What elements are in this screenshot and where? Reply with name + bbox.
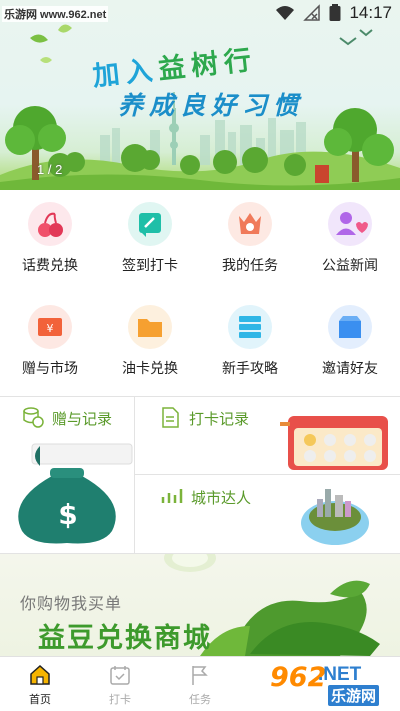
grid-label: 邀请好友: [322, 360, 378, 376]
gift-record-title: 赠与记录: [52, 411, 113, 428]
status-bar-right: 14:17: [275, 3, 392, 23]
box-icon: [328, 305, 372, 349]
gift-record-card[interactable]: 赠与记录 $: [0, 396, 134, 554]
grid-label: 签到打卡: [122, 257, 178, 273]
calendar-check-icon: [110, 666, 130, 685]
checkin-record-card[interactable]: 打卡记录: [135, 396, 400, 474]
money-bag-icon: $: [18, 443, 133, 544]
tab-checkin-label: 打卡: [109, 694, 131, 706]
calendar-illustration: [280, 416, 388, 470]
banner-carousel[interactable]: 加入益树行 养成良好习惯 1 / 2: [0, 0, 400, 190]
cherry-icon: [28, 202, 72, 246]
heart-user-icon: [328, 202, 372, 246]
grid-label: 赠与市场: [22, 360, 78, 376]
banner-page-indicator: 1 / 2: [37, 162, 63, 177]
tab-home-label: 首页: [29, 694, 51, 706]
battery-icon: [329, 4, 341, 21]
record-cards: 赠与记录 $ 打卡记录 城市达人: [0, 396, 400, 554]
grid-label: 新手攻略: [222, 360, 278, 376]
grid-label: 油卡兑换: [122, 360, 178, 376]
grid-item-phone-bill-exchange[interactable]: 话费兑换: [0, 190, 100, 290]
home-icon: [30, 664, 50, 685]
watermark-logo: 962 .NET 乐游网: [262, 662, 396, 706]
promo-title: 益豆兑换商城: [38, 623, 212, 653]
watermark-suffix: .NET: [318, 664, 362, 685]
server-icon: [228, 305, 272, 349]
edit-icon: [128, 202, 172, 246]
folder-icon: [128, 305, 172, 349]
grid-item-beginner-guide[interactable]: 新手攻略: [200, 293, 300, 393]
svg-text:¥: ¥: [47, 322, 54, 335]
status-time: 14:17: [349, 3, 392, 22]
grid-item-gift-market[interactable]: ¥ 赠与市场: [0, 293, 100, 393]
grid-label: 话费兑换: [22, 257, 78, 273]
svg-text:$: $: [58, 498, 77, 531]
tab-tasks[interactable]: 任务: [160, 657, 240, 711]
coins-icon: [23, 407, 44, 428]
grid-label: 我的任务: [222, 257, 278, 273]
flag-icon: [192, 666, 208, 685]
signal-icon: [303, 4, 321, 21]
wifi-icon: [276, 6, 295, 20]
feature-grid: 话费兑换 签到打卡 我的任务 公益新闻 ¥ 赠与市场 油卡兑换 新手攻略 邀请好…: [0, 190, 400, 396]
globe-city-illustration: [301, 489, 369, 545]
promo-subtitle: 你购物我买单: [20, 596, 123, 613]
crown-icon: [228, 202, 272, 246]
tab-home[interactable]: 首页: [0, 657, 80, 711]
grid-item-fuel-card-exchange[interactable]: 油卡兑换: [100, 293, 200, 393]
bar-chart-icon: [161, 489, 183, 503]
grid-item-checkin[interactable]: 签到打卡: [100, 190, 200, 290]
document-icon: [162, 407, 179, 428]
grid-item-charity-news[interactable]: 公益新闻: [300, 190, 400, 290]
city-expert-title: 城市达人: [191, 490, 252, 507]
city-expert-card[interactable]: 城市达人: [135, 475, 400, 554]
watermark-top: 乐游网 www.962.net: [2, 6, 109, 22]
grid-label: 公益新闻: [322, 257, 378, 273]
watermark-text: 乐游网: [328, 685, 380, 706]
grid-item-invite-friends[interactable]: 邀请好友: [300, 293, 400, 393]
tab-tasks-label: 任务: [189, 694, 211, 706]
ticket-icon: ¥: [28, 305, 72, 349]
banner-title-line2: 养成良好习惯: [118, 91, 305, 120]
mall-promo-banner[interactable]: 你购物我买单 益豆兑换商城: [0, 554, 400, 656]
tab-checkin[interactable]: 打卡: [80, 657, 160, 711]
checkin-record-title: 打卡记录: [189, 411, 250, 428]
grid-item-my-tasks[interactable]: 我的任务: [200, 190, 300, 290]
